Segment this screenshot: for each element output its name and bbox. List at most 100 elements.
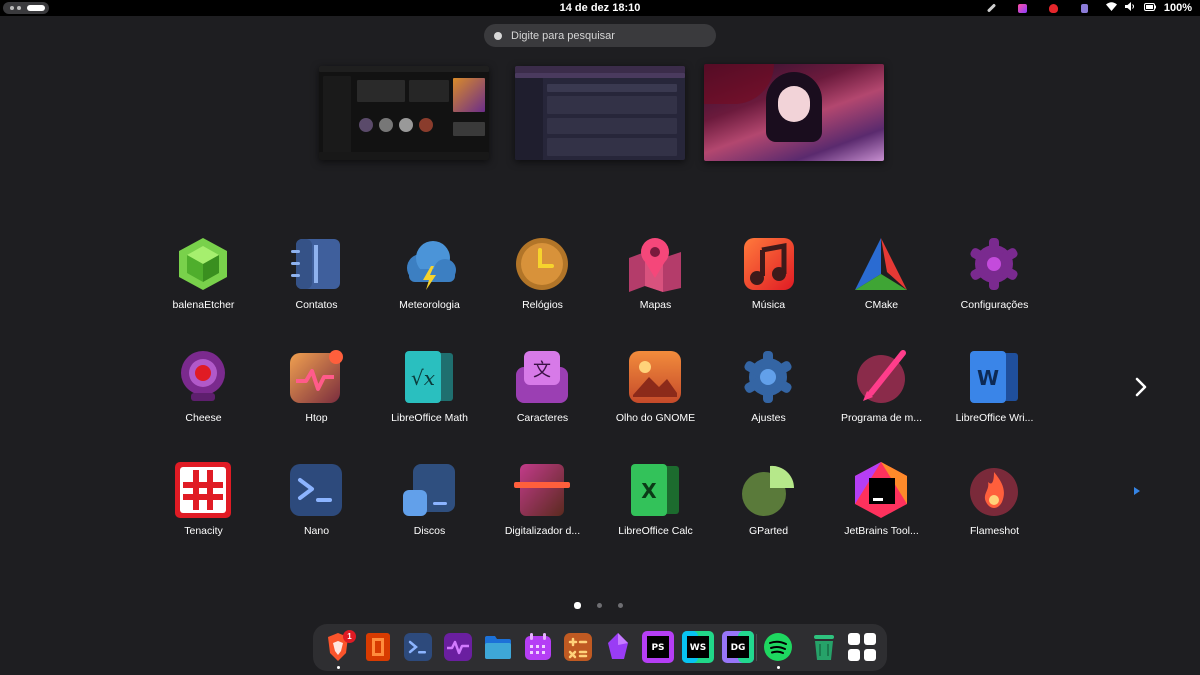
- system-tray: 100%: [976, 1, 1192, 15]
- app-ajustes[interactable]: Ajustes: [712, 339, 825, 452]
- app-nano[interactable]: Nano: [260, 452, 373, 565]
- page-dot-3[interactable]: [618, 603, 623, 608]
- trash-icon[interactable]: [808, 631, 840, 663]
- app-configuracoes[interactable]: Configurações: [938, 226, 1051, 339]
- tweaks-icon: [744, 351, 792, 403]
- top-bar: 14 de dez 18:10 100%: [0, 0, 1200, 16]
- app-label: Flameshot: [969, 525, 1020, 537]
- clipboard-icon[interactable]: [1069, 1, 1100, 15]
- page-indicator: [574, 602, 623, 609]
- spotify-icon[interactable]: [762, 631, 794, 663]
- characters-icon: 文: [516, 351, 568, 403]
- app-gparted[interactable]: GParted: [712, 452, 825, 565]
- app-label: Caracteres: [516, 412, 569, 424]
- app-programa-de-m[interactable]: Programa de m...: [825, 339, 938, 452]
- disks-icon: [403, 464, 455, 516]
- app-cheese[interactable]: Cheese: [147, 339, 260, 452]
- calculator-icon[interactable]: [562, 631, 594, 663]
- search-bar[interactable]: [484, 24, 716, 47]
- jetbrains-toolbox-icon: [855, 462, 907, 518]
- dock: PS WS DG: [313, 624, 887, 671]
- flame-icon[interactable]: [1038, 1, 1069, 15]
- activity-monitor-icon[interactable]: [442, 631, 474, 663]
- anime-wallpaper-window[interactable]: [704, 64, 884, 161]
- app-flameshot[interactable]: Flameshot: [938, 452, 1051, 565]
- phpstorm-icon[interactable]: PS: [642, 631, 674, 663]
- gparted-icon: [742, 465, 795, 516]
- app-label: JetBrains Tool...: [844, 525, 919, 537]
- app-htop[interactable]: Htop: [260, 339, 373, 452]
- web-app-window[interactable]: [515, 66, 685, 160]
- app-label: Discos: [413, 525, 446, 537]
- tenacity-icon: [175, 462, 231, 518]
- app-label: Mapas: [639, 299, 672, 311]
- app-discos[interactable]: Discos: [373, 452, 486, 565]
- app-label: Tenacity: [184, 525, 223, 537]
- webstorm-icon[interactable]: WS: [682, 631, 714, 663]
- app-libreoffice-math[interactable]: √x LibreOffice Math: [373, 339, 486, 452]
- weather-icon: [407, 241, 456, 290]
- app-label: Relógios: [522, 299, 563, 311]
- app-libreoffice-calc[interactable]: X LibreOffice Calc: [599, 452, 712, 565]
- system-menu[interactable]: 100%: [1105, 2, 1192, 14]
- app-label: Contatos: [295, 299, 338, 311]
- app-jetbrains-toolbox[interactable]: JetBrains Tool...: [825, 452, 938, 565]
- page-dot-1[interactable]: [574, 602, 581, 609]
- htop-icon: [290, 350, 343, 403]
- pen-icon[interactable]: [976, 1, 1007, 15]
- app-label: Cheese: [185, 412, 222, 424]
- search-input[interactable]: [511, 29, 701, 42]
- app-mapas[interactable]: Mapas: [599, 226, 712, 339]
- search-icon: [494, 31, 502, 40]
- craft-icon[interactable]: [1007, 1, 1038, 15]
- datagrip-icon[interactable]: DG: [722, 631, 754, 663]
- svg-text:文: 文: [533, 360, 551, 381]
- app-label: LibreOffice Wri...: [955, 412, 1034, 424]
- contacts-icon: [291, 239, 340, 289]
- libreoffice-writer-icon: W: [970, 351, 1018, 403]
- balena-etcher-icon: [179, 238, 227, 290]
- music-player-window[interactable]: [319, 66, 489, 160]
- app-libreoffice-writer[interactable]: W LibreOffice Wri...: [938, 339, 1051, 452]
- music-icon: [744, 238, 794, 290]
- app-label: CMake: [864, 299, 899, 311]
- app-meteorologia[interactable]: Meteorologia: [373, 226, 486, 339]
- app-caracteres[interactable]: 文 Caracteres: [486, 339, 599, 452]
- app-label: Digitalizador d...: [504, 525, 581, 537]
- maps-icon: [629, 238, 681, 292]
- webcam-icon: [181, 351, 225, 401]
- app-digitalizador[interactable]: Digitalizador d...: [486, 452, 599, 565]
- files-icon[interactable]: [482, 631, 514, 663]
- app-label: Programa de m...: [840, 412, 923, 424]
- volume-icon: [1124, 2, 1136, 14]
- office-icon[interactable]: [362, 631, 394, 663]
- app-label: Htop: [305, 412, 328, 424]
- svg-text:X: X: [641, 479, 657, 503]
- app-label: LibreOffice Math: [391, 412, 468, 424]
- app-label: GParted: [748, 525, 789, 537]
- app-label: Meteorologia: [399, 299, 460, 311]
- page-dot-2[interactable]: [597, 603, 602, 608]
- svg-text:W: W: [977, 366, 999, 390]
- libreoffice-calc-icon: X: [631, 464, 679, 516]
- date-time[interactable]: 14 de dez 18:10: [560, 2, 641, 14]
- notification-badge: 1: [343, 630, 356, 643]
- app-musica[interactable]: Música: [712, 226, 825, 339]
- app-tenacity[interactable]: Tenacity: [147, 452, 260, 565]
- libreoffice-math-icon: √x: [405, 351, 453, 403]
- app-cmake[interactable]: CMake: [825, 226, 938, 339]
- app-contatos[interactable]: Contatos: [260, 226, 373, 339]
- svg-text:DG: DG: [731, 643, 746, 653]
- app-olho-do-gnome[interactable]: Olho do GNOME: [599, 339, 712, 452]
- gem-icon[interactable]: [602, 631, 634, 663]
- app-label: Ajustes: [751, 412, 786, 424]
- app-balenaetcher[interactable]: balenaEtcher: [147, 226, 260, 339]
- next-page-arrow-icon[interactable]: [1130, 374, 1152, 400]
- paint-icon: [857, 350, 906, 403]
- activities-button[interactable]: [3, 2, 49, 14]
- terminal-icon[interactable]: [402, 631, 434, 663]
- calendar-icon[interactable]: [522, 631, 554, 663]
- app-label: Nano: [303, 525, 330, 537]
- app-relogios[interactable]: Relógios: [486, 226, 599, 339]
- show-apps-icon[interactable]: [846, 631, 878, 663]
